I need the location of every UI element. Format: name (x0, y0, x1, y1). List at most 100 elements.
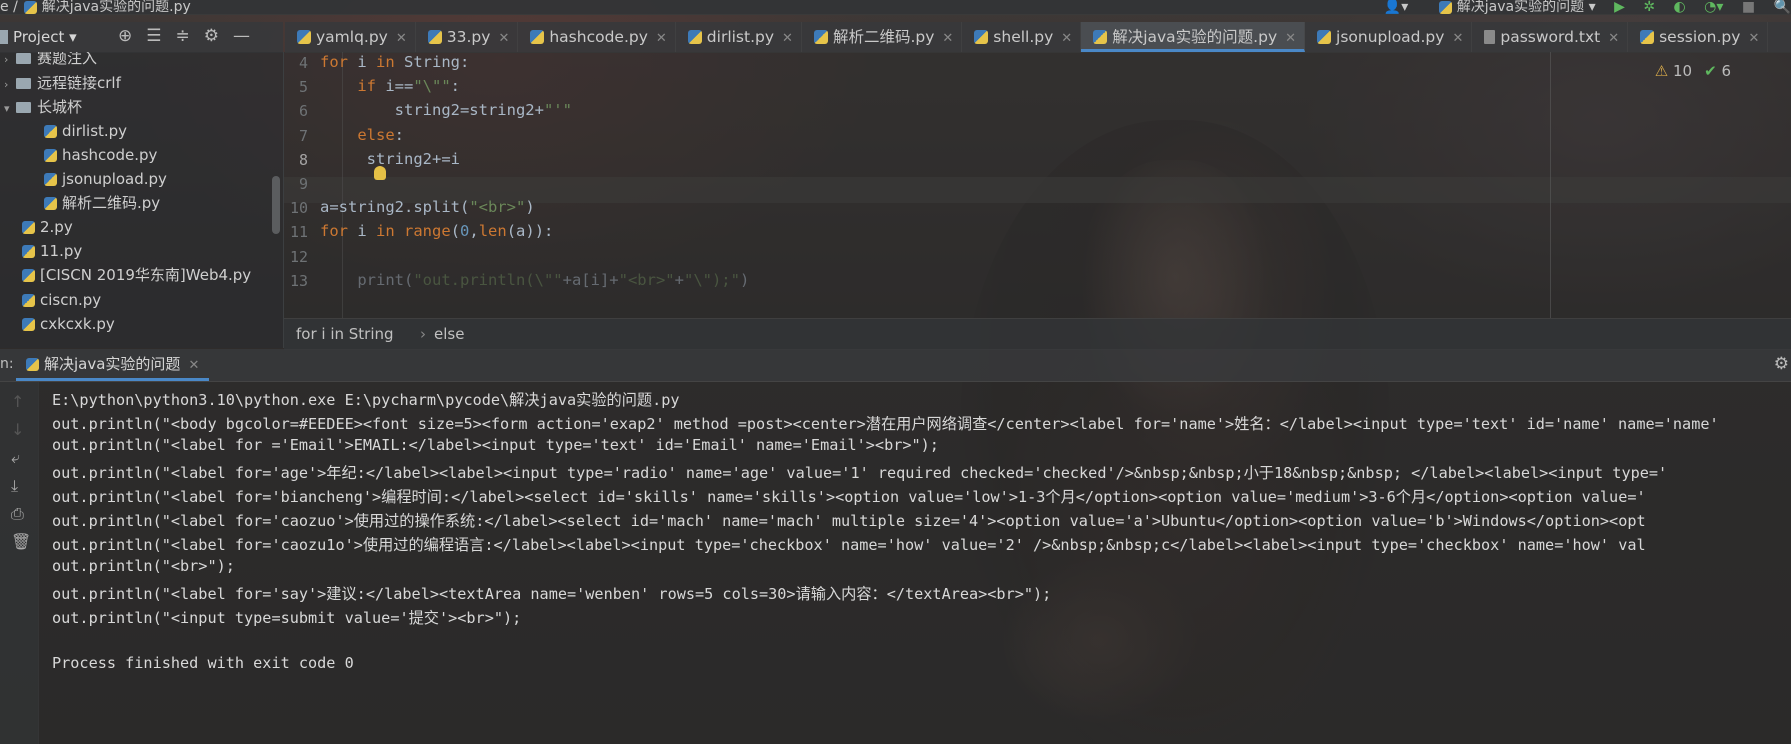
text-file-icon (1484, 30, 1496, 44)
line-number: 13 (289, 271, 308, 290)
run-icon[interactable]: ▶ (1614, 0, 1625, 14)
tab-0[interactable]: yamlq.py ✕ (285, 22, 416, 52)
tree-item[interactable]: ciscn.py (22, 288, 101, 313)
coverage-icon[interactable]: ◐ (1674, 0, 1686, 14)
tree-item[interactable]: cxkcxk.py (22, 312, 115, 337)
inspection-widget[interactable]: ⚠ 10 ✔ 6 (1655, 62, 1731, 80)
code-line: else: (357, 125, 404, 144)
down-arrow-icon[interactable]: ↓ (11, 420, 24, 439)
hide-panel-icon[interactable]: — (233, 26, 264, 46)
print-icon[interactable]: ⎙ (11, 504, 24, 524)
tree-item[interactable]: 解析二维码.py (44, 191, 160, 216)
tree-item[interactable]: dirlist.py (44, 119, 127, 144)
project-panel-title: Project (13, 28, 65, 46)
run-config-selector[interactable]: 解决java实验的问题 ▾ (1438, 0, 1596, 14)
line-number: 9 (298, 175, 308, 193)
run-toolbar-side: ↑ ↓ ⤶ ⤓ ⎙ 🗑 (0, 382, 39, 744)
close-icon[interactable]: ✕ (1608, 31, 1619, 46)
tab-4[interactable]: 解析二维码.py ✕ (802, 22, 963, 52)
close-icon[interactable]: ✕ (782, 31, 793, 46)
tree-item[interactable]: ▾ 长城杯 (4, 95, 82, 120)
tree-item[interactable]: jsonupload.py (44, 167, 167, 192)
run-tab[interactable]: 解决java实验的问题 ✕ (16, 349, 210, 381)
close-icon[interactable]: ✕ (1061, 31, 1072, 46)
tab-9[interactable]: session.py ✕ (1628, 22, 1769, 52)
editor-tabs: yamlq.py ✕ 33.py ✕ hashcode.py ✕ dirlist.py ✕ 解析… (285, 22, 1791, 53)
python-file-icon (22, 221, 35, 234)
tab-5[interactable]: shell.py ✕ (962, 22, 1082, 52)
run-panel-label: n: (0, 356, 14, 372)
tab-label: session.py (1659, 28, 1741, 46)
tab-3[interactable]: dirlist.py ✕ (676, 22, 802, 52)
tree-item[interactable]: › 远程链接crlf (4, 71, 121, 96)
user-icon[interactable]: 👤▾ (1384, 0, 1408, 14)
python-file-icon (44, 125, 57, 138)
collapse-all-icon[interactable]: ≑ (176, 26, 204, 46)
tree-item[interactable]: hashcode.py (44, 143, 157, 168)
python-file-icon (22, 245, 35, 258)
close-icon[interactable]: ✕ (396, 31, 407, 46)
python-file-icon (427, 30, 442, 44)
python-file-icon (687, 30, 702, 44)
console-line: Process finished with exit code 0 (52, 654, 354, 673)
code-editor[interactable]: 4 5 6 7 8 9 10 11 12 13 for i in String: if i=="\… (284, 52, 1791, 318)
scroll-to-end-icon[interactable]: ⤓ (11, 476, 18, 496)
tree-scrollbar[interactable] (272, 176, 280, 234)
nav-breadcrumb[interactable]: e / 解决java实验的问题.py (0, 0, 191, 14)
breadcrumb-item[interactable]: for i in String (296, 325, 394, 343)
console-line: E:\python\python3.10\python.exe E:\pycha… (52, 391, 680, 409)
run-tab-label: 解决java实验的问题 (44, 355, 181, 373)
chevron-right-icon[interactable]: › (4, 72, 16, 97)
code-line: print("out.println(\""+a[i]+"<br>"+"\");… (320, 270, 750, 289)
tab-8[interactable]: password.txt ✕ (1472, 22, 1629, 52)
close-icon[interactable]: ✕ (1748, 31, 1759, 46)
close-icon[interactable]: ✕ (188, 358, 199, 373)
close-icon[interactable]: ✕ (1452, 31, 1463, 46)
python-file-icon (1438, 0, 1452, 14)
tab-label: 33.py (446, 28, 491, 46)
tree-item[interactable]: [CISCN 2019华东南]Web4.py (22, 263, 251, 288)
tree-item[interactable]: › 赛题注入 (4, 52, 97, 71)
close-icon[interactable]: ✕ (656, 31, 667, 46)
tree-item[interactable]: 11.py (22, 239, 82, 264)
tab-2[interactable]: hashcode.py ✕ (518, 22, 676, 52)
trash-icon[interactable]: 🗑 (11, 532, 31, 551)
python-file-icon (974, 30, 989, 44)
close-icon[interactable]: ✕ (498, 31, 509, 46)
folder-icon (16, 53, 31, 64)
warning-icon: ⚠ (1654, 62, 1669, 80)
locate-icon[interactable]: ⊕ (118, 26, 146, 46)
tab-1[interactable]: 33.py ✕ (416, 22, 519, 52)
tab-label: jsonupload.py (1336, 28, 1445, 46)
debug-icon[interactable]: ✲ (1643, 0, 1655, 14)
soft-wrap-icon[interactable]: ⤶ (11, 448, 20, 468)
run-toolbar: 👤▾ 解决java实验的问题 ▾ ▶ ✲ ◐ ◔▾ ■ 🔍 (1384, 0, 1791, 14)
search-icon[interactable]: 🔍 (1774, 0, 1791, 14)
code-line: string2=string2+"'" (320, 101, 572, 120)
right-margin-guide (1550, 52, 1551, 318)
python-file-icon (26, 358, 39, 371)
tree-item-label: 长城杯 (37, 98, 83, 116)
chevron-down-icon[interactable]: ▾ (4, 96, 16, 121)
run-console-output[interactable]: E:\python\python3.10\python.exe E:\pycha… (38, 382, 1791, 744)
tab-7[interactable]: jsonupload.py ✕ (1305, 22, 1473, 52)
stop-icon[interactable]: ■ (1742, 0, 1755, 14)
tree-item-label: cxkcxk.py (40, 315, 115, 333)
settings-gear-icon[interactable]: ⚙ (1774, 354, 1789, 374)
tree-item-label: jsonupload.py (62, 170, 167, 188)
tab-6[interactable]: 解决java实验的问题.py ✕ (1081, 22, 1306, 52)
python-file-icon (23, 0, 37, 14)
python-file-icon (1093, 30, 1108, 44)
tree-item[interactable]: 2.py (22, 215, 73, 240)
chevron-right-icon[interactable]: › (4, 52, 16, 72)
settings-gear-icon[interactable]: ⚙ (204, 26, 233, 46)
breadcrumb-item[interactable]: else (434, 325, 464, 343)
close-icon[interactable]: ✕ (1285, 31, 1296, 46)
expand-all-icon[interactable]: ☰ (146, 26, 175, 46)
line-number: 12 (289, 247, 308, 266)
close-icon[interactable]: ✕ (942, 31, 953, 46)
profile-icon[interactable]: ◔▾ (1704, 0, 1723, 14)
lightbulb-icon[interactable] (374, 166, 386, 180)
project-view-selector[interactable]: Project ▾ (0, 28, 77, 46)
up-arrow-icon[interactable]: ↑ (11, 392, 24, 411)
